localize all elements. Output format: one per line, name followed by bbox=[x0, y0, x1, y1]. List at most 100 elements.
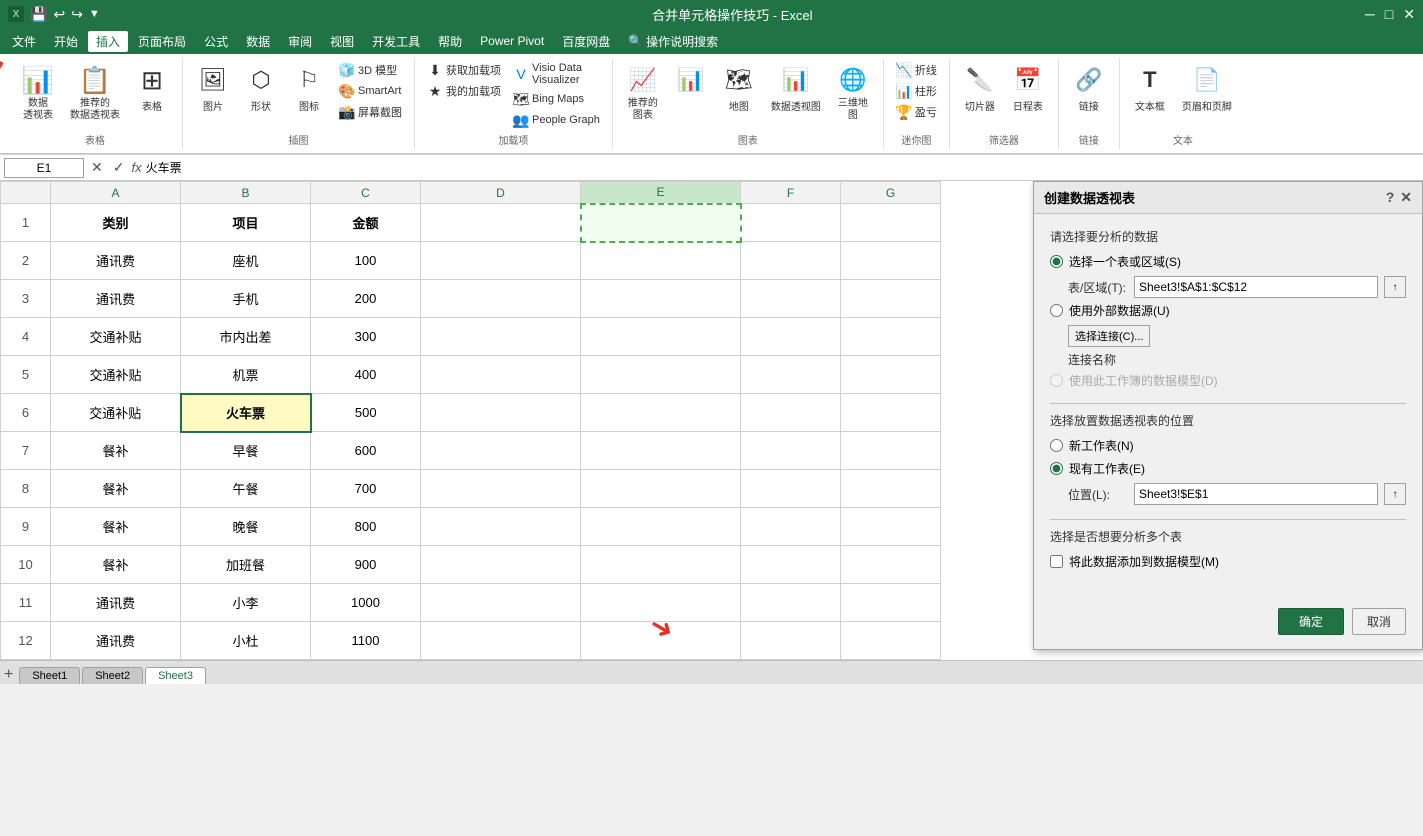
cell-a4[interactable]: 交通补贴 bbox=[51, 318, 181, 356]
cell-g4[interactable] bbox=[841, 318, 941, 356]
add-to-model-checkbox[interactable] bbox=[1050, 555, 1063, 568]
column-sparkline-btn[interactable]: 📊 柱形 bbox=[892, 81, 941, 101]
quick-redo[interactable]: ↪ bbox=[71, 6, 83, 23]
picture-btn[interactable]: 🖼 图片 bbox=[191, 60, 235, 117]
cell-a11[interactable]: 通讯费 bbox=[51, 584, 181, 622]
name-box[interactable] bbox=[4, 158, 84, 178]
cell-b6[interactable]: 火车票 bbox=[181, 394, 311, 432]
menu-help[interactable]: 帮助 bbox=[430, 31, 470, 52]
cell-g1[interactable] bbox=[841, 204, 941, 242]
cell-a1[interactable]: 类别 bbox=[51, 204, 181, 242]
cell-d1[interactable] bbox=[421, 204, 581, 242]
cell-d10[interactable] bbox=[421, 546, 581, 584]
menu-view[interactable]: 视图 bbox=[322, 31, 362, 52]
radio-existing-sheet[interactable] bbox=[1050, 462, 1063, 475]
confirm-formula-icon[interactable]: ✓ bbox=[110, 158, 128, 177]
menu-developer[interactable]: 开发工具 bbox=[364, 31, 428, 52]
table-range-expand-btn[interactable]: ↑ bbox=[1384, 276, 1406, 298]
formula-input[interactable] bbox=[146, 161, 1419, 175]
col-header-e[interactable]: E bbox=[581, 182, 741, 204]
ok-button[interactable]: 确定 bbox=[1278, 608, 1344, 635]
cell-e6[interactable] bbox=[581, 394, 741, 432]
cell-f9[interactable] bbox=[741, 508, 841, 546]
table-btn[interactable]: ⊞ 表格 bbox=[130, 60, 174, 117]
shape-btn[interactable]: ⬡ 形状 bbox=[239, 60, 283, 117]
cell-d8[interactable] bbox=[421, 470, 581, 508]
cell-f11[interactable] bbox=[741, 584, 841, 622]
col-header-g[interactable]: G bbox=[841, 182, 941, 204]
menu-data[interactable]: 数据 bbox=[238, 31, 278, 52]
icons-btn[interactable]: ⚐ 图标 bbox=[287, 60, 331, 117]
cell-b3[interactable]: 手机 bbox=[181, 280, 311, 318]
cell-d12[interactable] bbox=[421, 622, 581, 660]
cell-g12[interactable] bbox=[841, 622, 941, 660]
minimize-btn[interactable]: ─ bbox=[1365, 6, 1375, 23]
cell-d4[interactable] bbox=[421, 318, 581, 356]
my-addins-btn[interactable]: ★ 我的加载项 bbox=[423, 81, 505, 101]
cell-g8[interactable] bbox=[841, 470, 941, 508]
cell-e8[interactable] bbox=[581, 470, 741, 508]
cell-f6[interactable] bbox=[741, 394, 841, 432]
3d-model-btn[interactable]: 🧊 3D 模型 bbox=[335, 60, 406, 80]
dialog-help-btn[interactable]: ? bbox=[1386, 189, 1395, 206]
menu-search[interactable]: 🔍 操作说明搜索 bbox=[620, 31, 726, 52]
cell-c7[interactable]: 600 bbox=[311, 432, 421, 470]
cancel-button[interactable]: 取消 bbox=[1352, 608, 1406, 635]
cell-a6[interactable]: 交通补贴 bbox=[51, 394, 181, 432]
get-addins-btn[interactable]: ⬇ 获取加载项 bbox=[423, 60, 505, 80]
cell-g11[interactable] bbox=[841, 584, 941, 622]
cell-c4[interactable]: 300 bbox=[311, 318, 421, 356]
table-range-input[interactable] bbox=[1134, 276, 1378, 298]
pivot-table-btn[interactable]: 📊 数据透视表 bbox=[16, 60, 60, 126]
cell-d9[interactable] bbox=[421, 508, 581, 546]
cell-b5[interactable]: 机票 bbox=[181, 356, 311, 394]
3d-map-btn[interactable]: 🌐 三维地图 bbox=[831, 60, 875, 126]
cell-a9[interactable]: 餐补 bbox=[51, 508, 181, 546]
cell-f1[interactable] bbox=[741, 204, 841, 242]
cell-c6[interactable]: 500 bbox=[311, 394, 421, 432]
cell-f12[interactable] bbox=[741, 622, 841, 660]
cell-d11[interactable] bbox=[421, 584, 581, 622]
cell-c12[interactable]: 1100 bbox=[311, 622, 421, 660]
cell-e12[interactable] bbox=[581, 622, 741, 660]
sheet-tab-1[interactable]: Sheet1 bbox=[19, 667, 80, 684]
cell-g7[interactable] bbox=[841, 432, 941, 470]
cell-g5[interactable] bbox=[841, 356, 941, 394]
dialog-close-btn[interactable]: ✕ bbox=[1400, 189, 1412, 206]
pivot-chart-btn[interactable]: 📊 数据透视图 bbox=[765, 60, 827, 117]
quick-customize[interactable]: ▼ bbox=[89, 8, 100, 20]
cell-e10[interactable] bbox=[581, 546, 741, 584]
menu-file[interactable]: 文件 bbox=[4, 31, 44, 52]
cell-b11[interactable]: 小李 bbox=[181, 584, 311, 622]
cell-d7[interactable] bbox=[421, 432, 581, 470]
cell-a2[interactable]: 通讯费 bbox=[51, 242, 181, 280]
link-btn[interactable]: 🔗 链接 bbox=[1067, 60, 1111, 117]
recommended-charts-btn[interactable]: 📈 推荐的图表 bbox=[621, 60, 665, 126]
position-expand-btn[interactable]: ↑ bbox=[1384, 483, 1406, 505]
cell-e9[interactable] bbox=[581, 508, 741, 546]
cell-d6[interactable] bbox=[421, 394, 581, 432]
cell-c11[interactable]: 1000 bbox=[311, 584, 421, 622]
slicer-btn[interactable]: 🔪 切片器 bbox=[958, 60, 1002, 117]
cell-f5[interactable] bbox=[741, 356, 841, 394]
cell-e4[interactable] bbox=[581, 318, 741, 356]
cell-d2[interactable] bbox=[421, 242, 581, 280]
map-btn[interactable]: 🗺 地图 bbox=[717, 60, 761, 117]
quick-save[interactable]: 💾 bbox=[30, 6, 47, 23]
cell-e5[interactable] bbox=[581, 356, 741, 394]
menu-page-layout[interactable]: 页面布局 bbox=[130, 31, 194, 52]
menu-insert[interactable]: 插入 bbox=[88, 31, 128, 52]
sheet-tab-3[interactable]: Sheet3 bbox=[145, 667, 206, 684]
cell-a7[interactable]: 餐补 bbox=[51, 432, 181, 470]
chart-types-btn[interactable]: 📊 bbox=[669, 60, 713, 102]
cell-f4[interactable] bbox=[741, 318, 841, 356]
cancel-formula-icon[interactable]: ✕ bbox=[88, 158, 106, 177]
maximize-btn[interactable]: □ bbox=[1385, 6, 1393, 23]
cell-c10[interactable]: 900 bbox=[311, 546, 421, 584]
col-header-f[interactable]: F bbox=[741, 182, 841, 204]
visio-btn[interactable]: V Visio DataVisualizer bbox=[509, 60, 604, 88]
screenshot-btn[interactable]: 📸 屏幕截图 bbox=[335, 102, 406, 122]
radio-new-sheet[interactable] bbox=[1050, 439, 1063, 452]
cell-g6[interactable] bbox=[841, 394, 941, 432]
select-connection-btn[interactable]: 选择连接(C)... bbox=[1068, 325, 1150, 347]
